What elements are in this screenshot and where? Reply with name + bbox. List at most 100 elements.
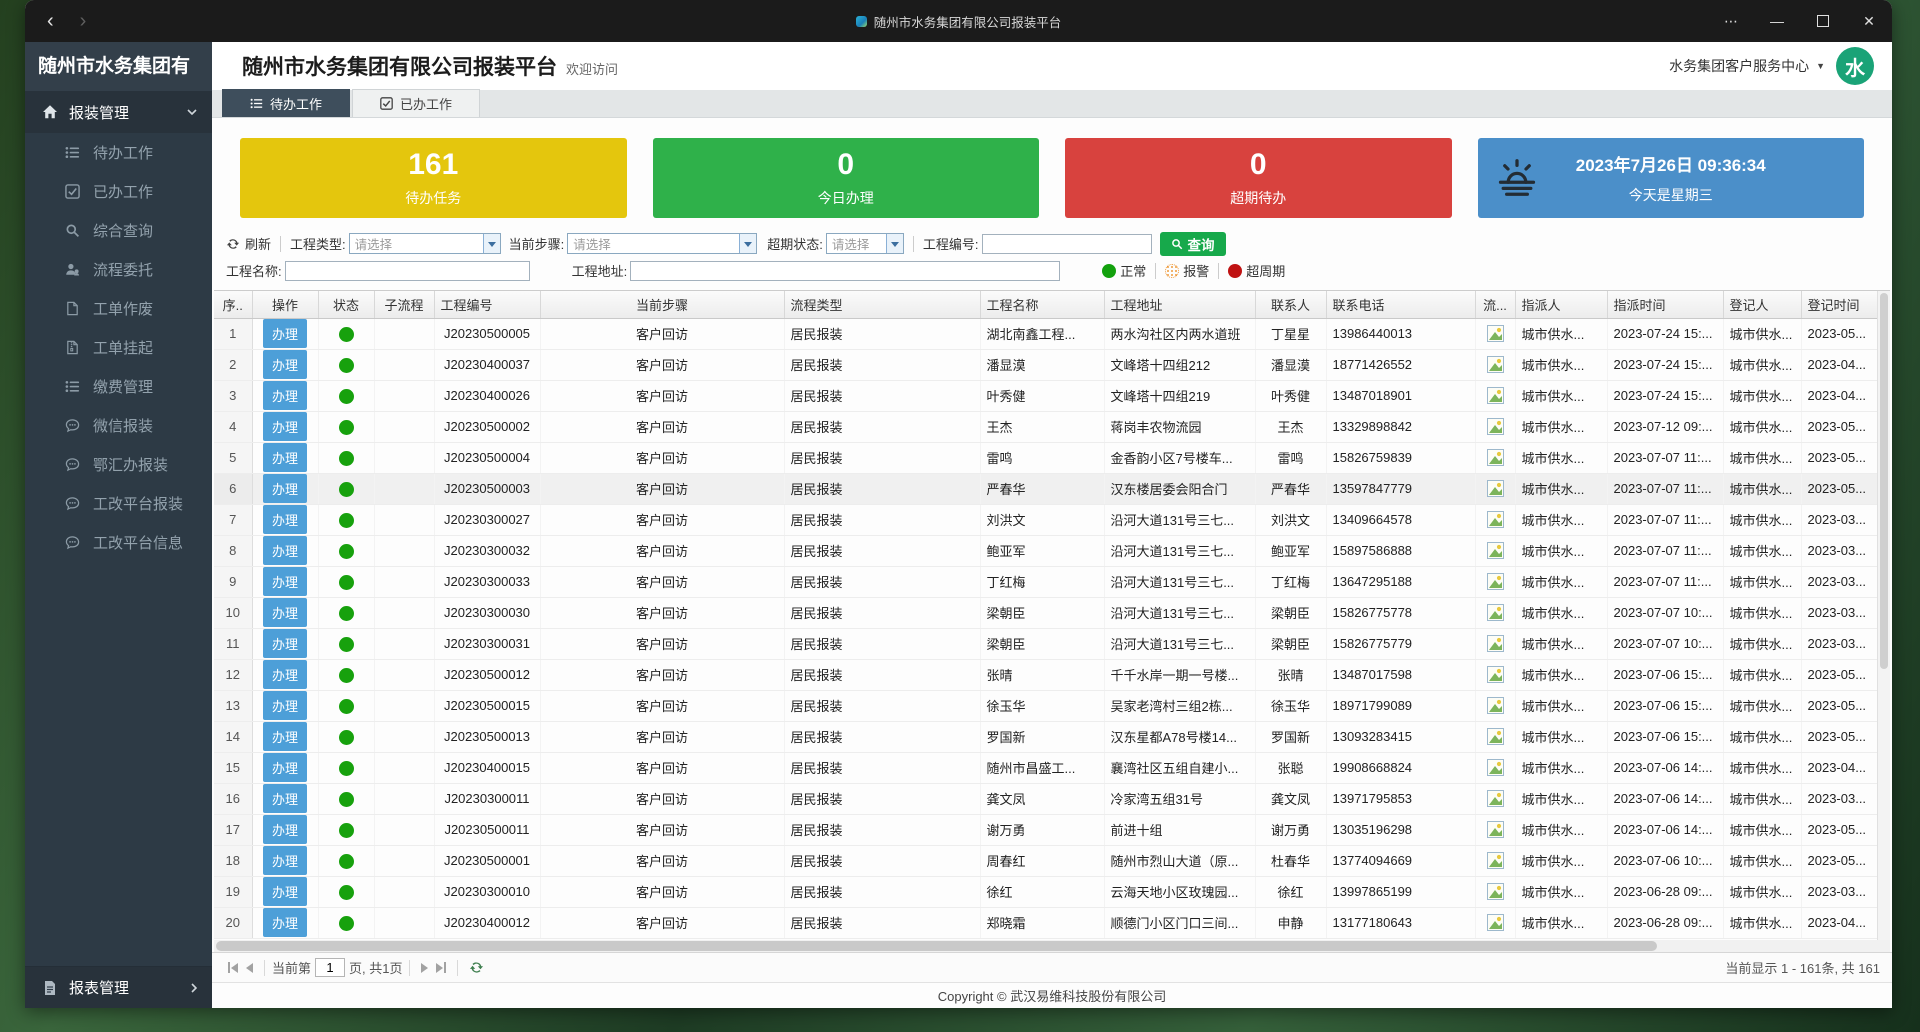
flow-chart-icon[interactable] xyxy=(1487,356,1504,373)
horizontal-scrollbar-thumb[interactable] xyxy=(216,941,1657,951)
column-header[interactable]: 登记人 xyxy=(1723,291,1801,318)
vertical-scrollbar[interactable] xyxy=(1877,291,1890,940)
column-header[interactable]: 状态 xyxy=(318,291,374,318)
flow-chart-icon[interactable] xyxy=(1487,666,1504,683)
handle-button[interactable]: 办理 xyxy=(263,784,307,813)
maximize-icon[interactable] xyxy=(1800,0,1846,42)
flow-chart-icon[interactable] xyxy=(1487,542,1504,559)
avatar[interactable]: 水 xyxy=(1836,47,1874,85)
table-row[interactable]: 3办理J20230400026客户回访居民报装叶秀健文峰塔十四组219叶秀健13… xyxy=(214,380,1885,411)
table-row[interactable]: 1办理J20230500005客户回访居民报装湖北南鑫工程...两水沟社区内两水… xyxy=(214,318,1885,349)
flow-chart-icon[interactable] xyxy=(1487,852,1504,869)
table-row[interactable]: 19办理J20230300010客户回访居民报装徐红云海天地小区玫瑰园...徐红… xyxy=(214,876,1885,907)
flow-chart-icon[interactable] xyxy=(1487,728,1504,745)
flow-chart-icon[interactable] xyxy=(1487,790,1504,807)
flow-chart-icon[interactable] xyxy=(1487,759,1504,776)
handle-button[interactable]: 办理 xyxy=(263,629,307,658)
pager-refresh-icon[interactable] xyxy=(469,960,484,975)
handle-button[interactable]: 办理 xyxy=(263,660,307,689)
last-page-button[interactable] xyxy=(436,962,446,973)
minimize-icon[interactable]: — xyxy=(1754,0,1800,42)
page-input[interactable] xyxy=(315,958,345,977)
stat-card[interactable]: 161待办任务 xyxy=(240,138,627,218)
table-row[interactable]: 9办理J20230300033客户回访居民报装丁红梅沿河大道131号三七...丁… xyxy=(214,566,1885,597)
table-row[interactable]: 18办理J20230500001客户回访居民报装周春红随州市烈山大道（原...杜… xyxy=(214,845,1885,876)
handle-button[interactable]: 办理 xyxy=(263,846,307,875)
project-name-input[interactable] xyxy=(285,261,530,281)
table-row[interactable]: 6办理J20230500003客户回访居民报装严春华汉东楼居委会阳合门严春华13… xyxy=(214,473,1885,504)
sidebar-item[interactable]: 综合查询 xyxy=(25,211,212,250)
table-row[interactable]: 15办理J20230400015客户回访居民报装随州市昌盛工...襄湾社区五组自… xyxy=(214,752,1885,783)
flow-chart-icon[interactable] xyxy=(1487,511,1504,528)
flow-chart-icon[interactable] xyxy=(1487,883,1504,900)
table-row[interactable]: 20办理J20230400012客户回访居民报装郑晓霜顺德门小区门口三间...申… xyxy=(214,907,1885,938)
table-row[interactable]: 8办理J20230300032客户回访居民报装鲍亚军沿河大道131号三七...鲍… xyxy=(214,535,1885,566)
sidebar-item[interactable]: 已办工作 xyxy=(25,172,212,211)
column-header[interactable]: 子流程 xyxy=(374,291,434,318)
tab-pending-work[interactable]: 待办工作 xyxy=(222,89,350,117)
sidebar-item[interactable]: 工单作废 xyxy=(25,289,212,328)
handle-button[interactable]: 办理 xyxy=(263,350,307,379)
handle-button[interactable]: 办理 xyxy=(263,877,307,906)
more-icon[interactable]: ⋯ xyxy=(1708,0,1754,42)
flow-chart-icon[interactable] xyxy=(1487,480,1504,497)
column-header[interactable]: 流程类型 xyxy=(784,291,980,318)
user-menu[interactable]: 水务集团客户服务中心 ▼ xyxy=(1669,56,1825,76)
column-header[interactable]: 当前步骤 xyxy=(540,291,784,318)
sidebar-item[interactable]: 缴费管理 xyxy=(25,367,212,406)
column-header[interactable]: 联系电话 xyxy=(1326,291,1475,318)
sidebar-item[interactable]: 微信报装 xyxy=(25,406,212,445)
flow-chart-icon[interactable] xyxy=(1487,697,1504,714)
column-header[interactable]: 指派时间 xyxy=(1607,291,1723,318)
flow-chart-icon[interactable] xyxy=(1487,325,1504,342)
flow-chart-icon[interactable] xyxy=(1487,573,1504,590)
column-header[interactable]: 工程地址 xyxy=(1104,291,1255,318)
sidebar-item[interactable]: 工改平台信息 xyxy=(25,523,212,562)
handle-button[interactable]: 办理 xyxy=(263,908,307,937)
sidebar-item-report-mgmt[interactable]: 报表管理 xyxy=(25,966,212,1008)
column-header[interactable]: 联系人 xyxy=(1255,291,1326,318)
handle-button[interactable]: 办理 xyxy=(263,598,307,627)
table-row[interactable]: 5办理J20230500004客户回访居民报装雷鸣金香韵小区7号楼车...雷鸣1… xyxy=(214,442,1885,473)
first-page-button[interactable] xyxy=(228,962,238,973)
flow-chart-icon[interactable] xyxy=(1487,418,1504,435)
handle-button[interactable]: 办理 xyxy=(263,753,307,782)
column-header[interactable]: 工程编号 xyxy=(434,291,540,318)
flow-chart-icon[interactable] xyxy=(1487,387,1504,404)
table-row[interactable]: 17办理J20230500011客户回访居民报装谢万勇前进十组谢万勇130351… xyxy=(214,814,1885,845)
table-row[interactable]: 4办理J20230500002客户回访居民报装王杰蒋岗丰农物流园王杰133298… xyxy=(214,411,1885,442)
table-row[interactable]: 12办理J20230500012客户回访居民报装张晴千千水岸一期一号楼...张晴… xyxy=(214,659,1885,690)
sidebar-item[interactable]: 工改平台报装 xyxy=(25,484,212,523)
handle-button[interactable]: 办理 xyxy=(263,412,307,441)
column-header[interactable]: 流... xyxy=(1475,291,1515,318)
table-row[interactable]: 16办理J20230300011客户回访居民报装龚文凤冷家湾五组31号龚文凤13… xyxy=(214,783,1885,814)
table-row[interactable]: 13办理J20230500015客户回访居民报装徐玉华吴家老湾村三组2栋...徐… xyxy=(214,690,1885,721)
column-header[interactable]: 登记时间 xyxy=(1801,291,1885,318)
current-step-select[interactable]: 请选择 xyxy=(567,233,757,254)
refresh-button[interactable]: 刷新 xyxy=(226,234,271,253)
handle-button[interactable]: 办理 xyxy=(263,815,307,844)
handle-button[interactable]: 办理 xyxy=(263,443,307,472)
handle-button[interactable]: 办理 xyxy=(263,505,307,534)
flow-chart-icon[interactable] xyxy=(1487,821,1504,838)
sidebar-item[interactable]: 流程委托 xyxy=(25,250,212,289)
column-header[interactable]: 序.. xyxy=(214,291,252,318)
table-row[interactable]: 2办理J20230400037客户回访居民报装潘显漠文峰塔十四组212潘显漠18… xyxy=(214,349,1885,380)
handle-button[interactable]: 办理 xyxy=(263,722,307,751)
flow-chart-icon[interactable] xyxy=(1487,635,1504,652)
handle-button[interactable]: 办理 xyxy=(263,474,307,503)
table-row[interactable]: 7办理J20230300027客户回访居民报装刘洪文沿河大道131号三七...刘… xyxy=(214,504,1885,535)
project-code-input[interactable] xyxy=(982,234,1152,254)
flow-chart-icon[interactable] xyxy=(1487,604,1504,621)
table-row[interactable]: 11办理J20230300031客户回访居民报装梁朝臣沿河大道131号三七...… xyxy=(214,628,1885,659)
search-button[interactable]: 查询 xyxy=(1160,232,1226,256)
horizontal-scrollbar[interactable] xyxy=(214,940,1890,952)
flow-chart-icon[interactable] xyxy=(1487,914,1504,931)
project-address-input[interactable] xyxy=(630,261,1060,281)
column-header[interactable]: 指派人 xyxy=(1515,291,1607,318)
sidebar-item[interactable]: 鄂汇办报装 xyxy=(25,445,212,484)
forward-icon[interactable]: › xyxy=(80,11,87,31)
flow-chart-icon[interactable] xyxy=(1487,449,1504,466)
table-row[interactable]: 10办理J20230300030客户回访居民报装梁朝臣沿河大道131号三七...… xyxy=(214,597,1885,628)
sidebar-item[interactable]: 待办工作 xyxy=(25,133,212,172)
